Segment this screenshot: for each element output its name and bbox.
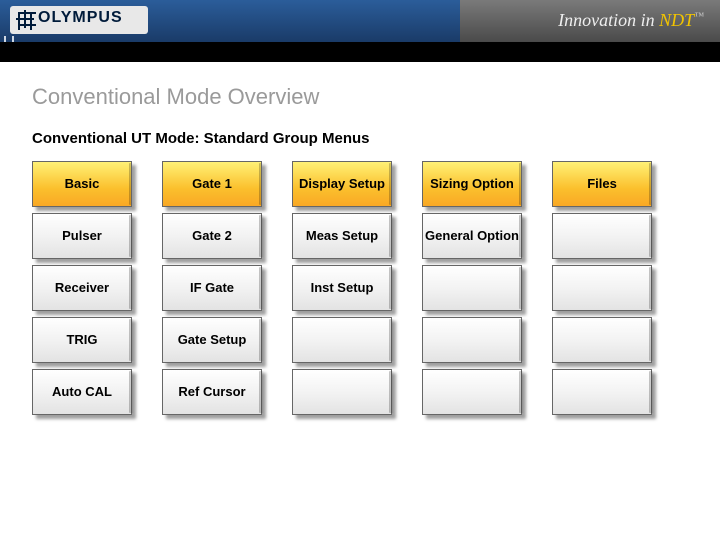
menu-column: Basic Pulser Receiver TRIG Auto CAL <box>32 161 132 415</box>
menu-item-empty <box>552 213 652 259</box>
header-tagline: Innovation in NDT™ <box>558 10 704 31</box>
menu-item-empty <box>422 369 522 415</box>
menu-column: Sizing Option General Option <box>422 161 522 415</box>
menu-item-empty <box>552 317 652 363</box>
menu-item[interactable]: Gate Setup <box>162 317 262 363</box>
slide-content: Conventional Mode Overview Conventional … <box>0 62 720 415</box>
menu-group-header[interactable]: Basic <box>32 161 132 207</box>
menu-group-header[interactable]: Files <box>552 161 652 207</box>
app-header: OLYMPUS Innovation in NDT™ <box>0 0 720 62</box>
menu-item-empty <box>552 265 652 311</box>
menu-item[interactable]: Inst Setup <box>292 265 392 311</box>
menu-item[interactable]: General Option <box>422 213 522 259</box>
menu-item[interactable]: Receiver <box>32 265 132 311</box>
brand-logo: OLYMPUS <box>10 6 148 34</box>
menu-item-empty <box>292 317 392 363</box>
menu-item-empty <box>552 369 652 415</box>
menu-column: Display Setup Meas Setup Inst Setup <box>292 161 392 415</box>
menu-item[interactable]: Meas Setup <box>292 213 392 259</box>
tagline-prefix: Innovation in <box>558 10 659 30</box>
menu-item[interactable]: Gate 2 <box>162 213 262 259</box>
menu-item-empty <box>292 369 392 415</box>
tagline-tm: ™ <box>694 11 704 22</box>
menu-item[interactable]: Pulser <box>32 213 132 259</box>
menu-item-empty <box>422 317 522 363</box>
brand-name: OLYMPUS <box>38 9 123 27</box>
menu-column: Files <box>552 161 652 415</box>
menu-group-header[interactable]: Sizing Option <box>422 161 522 207</box>
menu-item[interactable]: TRIG <box>32 317 132 363</box>
page-subtitle: Conventional UT Mode: Standard Group Men… <box>32 130 690 147</box>
menu-item[interactable]: IF Gate <box>162 265 262 311</box>
menu-group-header[interactable]: Gate 1 <box>162 161 262 207</box>
brand-burst-icon <box>16 10 34 28</box>
page-title: Conventional Mode Overview <box>32 84 690 110</box>
menu-column: Gate 1 Gate 2 IF Gate Gate Setup Ref Cursor <box>162 161 262 415</box>
menu-group-header[interactable]: Display Setup <box>292 161 392 207</box>
menu-grid: BasicPulserReceiverTRIGAuto CALGate 1Gat… <box>32 161 690 415</box>
tagline-highlight: NDT <box>659 10 694 30</box>
menu-item-empty <box>422 265 522 311</box>
menu-item[interactable]: Auto CAL <box>32 369 132 415</box>
menu-item[interactable]: Ref Cursor <box>162 369 262 415</box>
